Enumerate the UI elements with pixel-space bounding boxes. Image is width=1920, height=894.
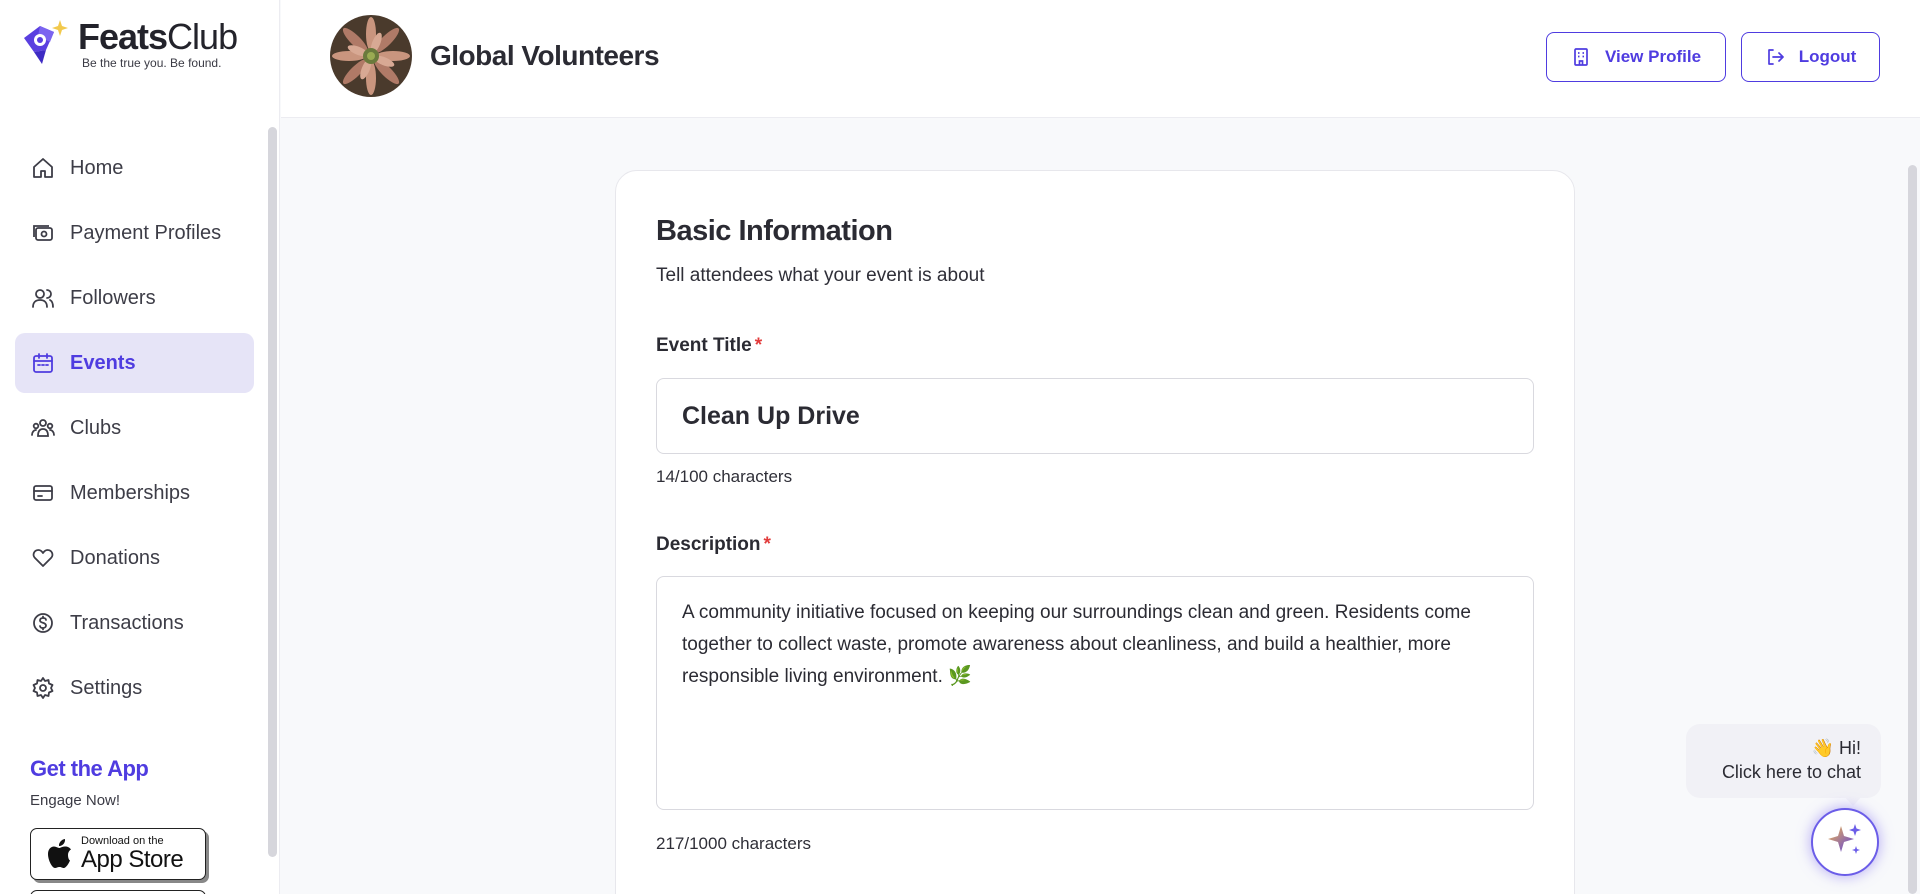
sidebar-item-label: Donations (70, 546, 161, 569)
organization-name: Global Volunteers (430, 40, 660, 71)
sidebar-item-label: Events (70, 351, 136, 374)
chat-prompt-bubble[interactable]: 👋 Hi! Click here to chat (1686, 724, 1881, 806)
apple-icon (45, 838, 73, 870)
building-icon (1571, 47, 1591, 67)
sidebar-item-label: Memberships (70, 481, 191, 504)
sidebar-item-label: Clubs (70, 416, 122, 439)
sidebar-item-events[interactable]: Events (15, 333, 254, 393)
users-icon (30, 285, 56, 311)
section-subtitle: Tell attendees what your event is about (656, 265, 985, 286)
description-textarea[interactable]: A community initiative focused on keepin… (656, 576, 1534, 810)
sidebar-item-label: Home (70, 156, 124, 179)
chat-launcher-button[interactable] (1811, 808, 1879, 876)
group-icon (30, 415, 56, 441)
description-label: Description * (656, 534, 771, 555)
sidebar-item-label: Payment Profiles (70, 221, 222, 244)
dollar-circle-icon (30, 610, 56, 636)
sidebar-item-label: Transactions (70, 611, 184, 634)
sidebar-item-followers[interactable]: Followers (15, 268, 254, 328)
required-marker: * (754, 335, 763, 356)
sidebar-item-donations[interactable]: Donations (15, 528, 254, 588)
get-app-title: Get the App (30, 756, 149, 781)
top-header: Global Volunteers View Profile Logout (281, 0, 1920, 118)
page-scrollbar[interactable] (1908, 165, 1917, 894)
event-title-label: Event Title * (656, 335, 763, 356)
logout-label: Logout (1798, 47, 1857, 66)
event-title-counter: 14/100 characters (656, 467, 793, 486)
sidebar-nav: Home Payment Profiles Followers Events C… (15, 138, 254, 723)
sidebar-item-label: Settings (70, 676, 143, 699)
card-icon (30, 480, 56, 506)
payment-profile-icon (30, 220, 56, 246)
event-title-input[interactable]: Clean Up Drive (656, 378, 1534, 454)
app-store-big-text: App Store (81, 846, 184, 873)
sidebar-item-home[interactable]: Home (15, 138, 254, 198)
app-store-badge[interactable]: Download on the App Store (30, 828, 206, 880)
logout-icon (1765, 47, 1785, 67)
sidebar-item-settings[interactable]: Settings (15, 658, 254, 718)
organization-avatar[interactable] (330, 15, 412, 97)
view-profile-label: View Profile (1604, 47, 1702, 66)
featsclub-logo-icon (20, 18, 76, 68)
description-counter: 217/1000 characters (656, 834, 811, 853)
get-app-section: Get the App Engage Now! (30, 756, 149, 809)
basic-information-card: Basic Information Tell attendees what yo… (615, 170, 1575, 894)
calendar-icon (30, 350, 56, 376)
section-title: Basic Information (656, 215, 893, 247)
chat-prompt: Click here to chat (1721, 762, 1861, 782)
sidebar-scrollbar[interactable] (268, 127, 277, 857)
sidebar-item-label: Followers (70, 286, 156, 309)
logout-button[interactable]: Logout (1741, 32, 1880, 82)
home-icon (30, 155, 56, 181)
sparkle-icon (1825, 820, 1865, 865)
view-profile-button[interactable]: View Profile (1546, 32, 1726, 82)
brand-tagline: Be the true you. Be found. (82, 56, 222, 70)
play-store-badge[interactable] (30, 890, 206, 894)
brand-name: FeatsClub (78, 16, 238, 57)
sidebar: FeatsClub Be the true you. Be found. Hom… (0, 0, 280, 894)
sidebar-item-transactions[interactable]: Transactions (15, 593, 254, 653)
heart-icon (30, 545, 56, 571)
sidebar-item-payment-profiles[interactable]: Payment Profiles (15, 203, 254, 263)
sidebar-item-clubs[interactable]: Clubs (15, 398, 254, 458)
required-marker: * (763, 534, 771, 555)
gear-icon (30, 675, 56, 701)
featsclub-logo[interactable]: FeatsClub Be the true you. Be found. (20, 16, 238, 70)
chat-greeting: 👋 Hi! (1811, 738, 1861, 758)
sidebar-item-memberships[interactable]: Memberships (15, 463, 254, 523)
get-app-subtitle: Engage Now! (30, 792, 121, 809)
